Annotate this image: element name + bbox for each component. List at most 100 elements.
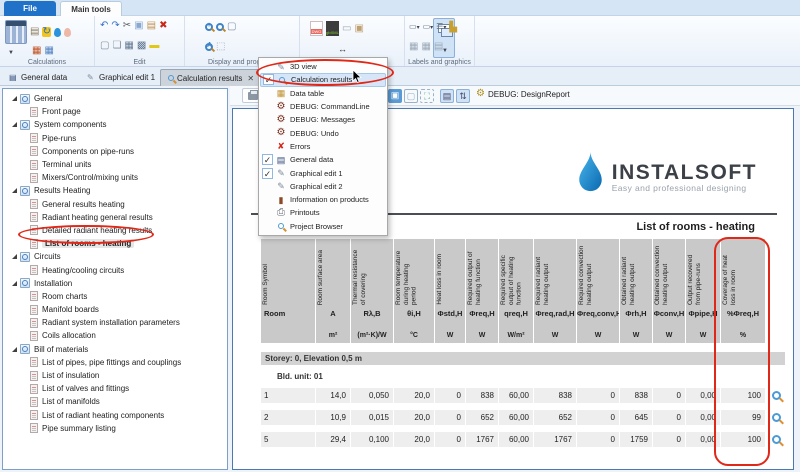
duplicate-icon[interactable]: ❏ (112, 41, 121, 51)
layout-toggle-icon[interactable]: ▤ (440, 89, 454, 103)
warm-drop-icon[interactable] (64, 28, 71, 37)
gbxml-file-icon[interactable] (326, 21, 339, 36)
tree-section-general[interactable]: General (3, 92, 227, 105)
tab-main-tools[interactable]: Main tools (60, 1, 122, 16)
expand-arrow-icon[interactable] (12, 188, 17, 193)
measure-icon[interactable]: ↔ (338, 44, 347, 54)
tree-item[interactable]: Room charts (3, 290, 227, 303)
tree-item[interactable]: Front page (3, 105, 227, 118)
tree-section-installation[interactable]: Installation (3, 277, 227, 290)
expand-arrow-icon[interactable] (12, 281, 17, 286)
tree-item[interactable]: Pipe-runs (3, 132, 227, 145)
tree-section-circuits[interactable]: Circuits (3, 250, 227, 263)
legend-icon[interactable]: ▙ (449, 23, 457, 33)
delete-icon[interactable]: ✖ (159, 21, 167, 31)
tree-item[interactable]: Terminal units (3, 158, 227, 171)
menu-item-data-table[interactable]: ▦Data table (260, 87, 386, 100)
outline-view-icon[interactable]: ▢ (404, 89, 418, 103)
tab-file[interactable]: File (4, 1, 56, 16)
text-lines-icon[interactable]: ☰▾ (436, 22, 446, 33)
menu-item-printouts[interactable]: ⎙Printouts (260, 206, 386, 219)
tree-item[interactable]: Pipe summary listing (3, 422, 227, 435)
menu-item-graphical-edit-2[interactable]: ✎Graphical edit 2 (260, 180, 386, 193)
tree-section-system-components[interactable]: System components (3, 118, 227, 131)
calculations-dropdown-arrow[interactable]: ▼ (8, 50, 14, 56)
debug-designreport-button[interactable]: ⚙ DEBUG: DesignReport (476, 89, 570, 99)
menu-item-errors[interactable]: ✘Errors (260, 140, 386, 153)
tree-section-results-heating[interactable]: Results Heating (3, 184, 227, 197)
sort-columns-icon[interactable]: ⇅ (456, 89, 470, 103)
copy-icon[interactable]: ▣ (134, 21, 143, 31)
expand-arrow-icon[interactable] (12, 122, 17, 127)
clipboard-icon[interactable]: ▤ (30, 27, 39, 37)
dwg-file-icon[interactable] (310, 21, 323, 36)
menu-item-debug-messages[interactable]: ⚙DEBUG: Messages (260, 113, 386, 126)
menu-item-calculation-results[interactable]: ✓Calculation results (260, 73, 386, 86)
tree-section-bill-of-materials[interactable]: Bill of materials (3, 343, 227, 356)
tree-item[interactable]: General results heating (3, 198, 227, 211)
row-magnifier-icon[interactable] (772, 391, 781, 400)
zoom-window-icon[interactable]: ▢ (227, 22, 236, 32)
water-drop-icon[interactable] (54, 28, 61, 37)
panel-icon[interactable]: ▣ (354, 24, 363, 34)
undo-icon[interactable]: ↶ (100, 21, 108, 31)
label-frame-icon[interactable]: ▭▾ (423, 22, 434, 33)
tree-item-selected[interactable]: List of rooms - heating (3, 237, 227, 250)
zoom-all-icon[interactable]: A (205, 43, 213, 51)
zoom-out-icon[interactable]: − (216, 23, 224, 31)
menu-item-debug-undo[interactable]: ⚙DEBUG: Undo (260, 126, 386, 139)
results-grid-icon[interactable]: ▦ (32, 46, 41, 56)
options-grid-icon[interactable]: ▦ (44, 46, 53, 56)
select-marquee-icon[interactable]: ▢ (100, 41, 109, 51)
tree-item[interactable]: Radiant system installation parameters (3, 316, 227, 329)
row-magnifier-icon[interactable] (772, 413, 781, 422)
table-style-icon[interactable]: ▦ (421, 42, 430, 52)
paste-icon[interactable]: ▤ (147, 21, 156, 31)
tree-item[interactable]: Heating/cooling circuits (3, 263, 227, 276)
tree-item[interactable]: Manifold boards (3, 303, 227, 316)
menu-item-general-data[interactable]: ✓▤General data (260, 153, 386, 166)
fill-view-icon[interactable]: ▣ (388, 89, 402, 103)
group-icon[interactable]: ▦ (124, 41, 133, 51)
table-insert-icon[interactable]: ▦ (409, 42, 418, 52)
tree-item[interactable]: Mixers/Control/mixing units (3, 171, 227, 184)
tree-item[interactable]: Components on pipe-runs (3, 145, 227, 158)
cell: 0 (653, 388, 685, 403)
calculator-icon[interactable] (5, 20, 27, 44)
tree-item[interactable]: Radiant heating general results (3, 211, 227, 224)
fit-page-icon[interactable]: ⛶ (420, 89, 434, 103)
label-shape-icon[interactable]: ▭▾ (409, 22, 420, 33)
zoom-in-icon[interactable]: + (205, 23, 213, 31)
table-props-icon[interactable]: ▤ (434, 42, 443, 52)
tree-label: List of manifolds (42, 397, 100, 406)
redo-icon[interactable]: ↷ (111, 21, 119, 31)
cut-icon[interactable]: ✂ (123, 21, 131, 31)
recalculate-icon[interactable]: ↻ (42, 27, 50, 37)
tree-item[interactable]: List of radiant heating components (3, 409, 227, 422)
zoom-selection-icon[interactable]: ⬚ (216, 42, 225, 52)
page-icon (30, 173, 38, 183)
doctab-calculation-results[interactable]: Calculation results ✕ (160, 69, 262, 86)
doctab-graphical-edit-1[interactable]: ✎ Graphical edit 1 (80, 69, 162, 86)
row-magnifier-icon[interactable] (772, 435, 781, 444)
menu-item-project-browser[interactable]: Project Browser (260, 220, 386, 233)
ruler-icon[interactable]: ▭ (342, 24, 351, 34)
close-tab-icon[interactable]: ✕ (247, 74, 254, 83)
doctab-general-data[interactable]: ▤ General data (2, 69, 74, 86)
tree-item[interactable]: List of insulation (3, 369, 227, 382)
expand-arrow-icon[interactable] (12, 254, 17, 259)
expand-arrow-icon[interactable] (12, 347, 17, 352)
tree-item[interactable]: Detailed radiant heating results (3, 224, 227, 237)
tree-item[interactable]: Coils allocation (3, 329, 227, 342)
menu-item-debug-commandline[interactable]: ⚙DEBUG: CommandLine (260, 100, 386, 113)
menu-item-information-on-products[interactable]: ▮Information on products (260, 193, 386, 206)
layers-icon[interactable]: ▩ (137, 41, 146, 51)
expand-arrow-icon[interactable] (12, 96, 17, 101)
tree-item[interactable]: List of valves and fittings (3, 382, 227, 395)
menu-item-graphical-edit-1[interactable]: ✓✎Graphical edit 1 (260, 166, 386, 179)
cell: 0 (435, 388, 465, 403)
highlight-icon[interactable]: ▬ (149, 41, 159, 51)
tree-item[interactable]: List of manifolds (3, 395, 227, 408)
menu-item-3d-view[interactable]: ✎3D view (260, 60, 386, 73)
tree-item[interactable]: List of pipes, pipe fittings and couplin… (3, 356, 227, 369)
